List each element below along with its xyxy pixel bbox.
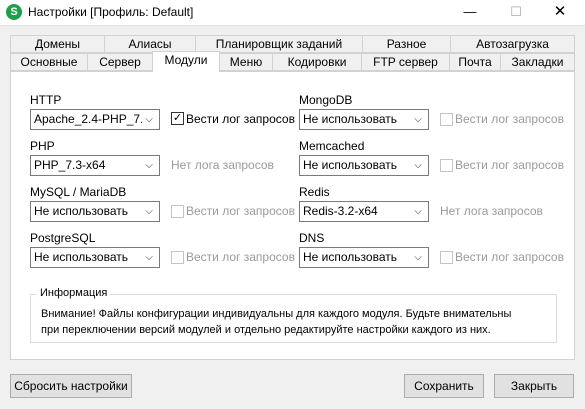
- dns-select-value: Не использовать: [303, 250, 397, 264]
- modules-panel: HTTP Apache_2.4-PHP_7.2- ⌵ ✓ Вести лог з…: [10, 71, 575, 360]
- reset-settings-button[interactable]: Сбросить настройки: [10, 374, 132, 398]
- tab-row-top: Домены Алиасы Планировщик заданий Разное…: [10, 35, 575, 53]
- close-button[interactable]: Закрыть: [494, 374, 574, 398]
- php-log-status: Нет лога запросов: [171, 158, 274, 172]
- tab-misc[interactable]: Разное: [362, 35, 451, 53]
- http-label: HTTP: [30, 93, 62, 107]
- mysql-log-checkbox[interactable]: [171, 205, 184, 218]
- postgresql-select-value: Не использовать: [34, 250, 128, 264]
- minimize-button[interactable]: —: [450, 0, 490, 26]
- http-select-value: Apache_2.4-PHP_7.2-: [34, 112, 142, 126]
- tab-autostart[interactable]: Автозагрузка: [450, 35, 575, 53]
- mongodb-select-value: Не использовать: [303, 112, 397, 126]
- http-log-checkbox[interactable]: ✓: [171, 112, 184, 125]
- tab-mail[interactable]: Почта: [449, 53, 501, 71]
- dns-select[interactable]: Не использовать ⌵: [299, 247, 429, 268]
- memcached-log-label: Вести лог запросов: [455, 158, 564, 172]
- tab-bookmarks[interactable]: Закладки: [500, 53, 575, 71]
- maximize-button[interactable]: ☐: [496, 0, 536, 26]
- dns-log-checkbox[interactable]: [440, 251, 453, 264]
- tab-menu[interactable]: Меню: [219, 53, 273, 71]
- info-line-2: при переключении версий модулей и отдель…: [41, 324, 491, 336]
- postgresql-label: PostgreSQL: [30, 231, 96, 245]
- chevron-down-icon: ⌵: [145, 114, 153, 125]
- title-bar: S Настройки [Профиль: Default] — ☐ ✕: [0, 0, 585, 26]
- mysql-select-value: Не использовать: [34, 204, 128, 218]
- chevron-down-icon: ⌵: [414, 160, 422, 171]
- close-window-button[interactable]: ✕: [540, 0, 580, 26]
- window-title: Настройки [Профиль: Default]: [28, 5, 194, 19]
- memcached-label: Memcached: [299, 139, 365, 153]
- redis-label: Redis: [299, 185, 330, 199]
- app-logo-icon: S: [6, 4, 22, 20]
- mongodb-log-label: Вести лог запросов: [455, 112, 564, 126]
- tab-scheduler[interactable]: Планировщик заданий: [195, 35, 363, 53]
- info-line-1: Внимание! Файлы конфигурации индивидуаль…: [41, 308, 512, 320]
- info-text: Внимание! Файлы конфигурации индивидуаль…: [41, 306, 551, 338]
- tab-modules[interactable]: Модули: [152, 51, 220, 72]
- mongodb-label: MongoDB: [299, 93, 353, 107]
- chevron-down-icon: ⌵: [145, 206, 153, 217]
- http-log-label: Вести лог запросов: [186, 112, 295, 126]
- tab-domains[interactable]: Домены: [10, 35, 105, 53]
- chevron-down-icon: ⌵: [414, 114, 422, 125]
- php-label: PHP: [30, 139, 55, 153]
- php-select-value: PHP_7.3-x64: [34, 158, 106, 172]
- checkmark-icon: ✓: [172, 112, 183, 124]
- chevron-down-icon: ⌵: [414, 206, 422, 217]
- tab-general[interactable]: Основные: [10, 53, 88, 71]
- mysql-select[interactable]: Не использовать ⌵: [30, 201, 160, 222]
- memcached-log-checkbox[interactable]: [440, 159, 453, 172]
- memcached-select[interactable]: Не использовать ⌵: [299, 155, 429, 176]
- redis-select[interactable]: Redis-3.2-x64 ⌵: [299, 201, 429, 222]
- postgresql-select[interactable]: Не использовать ⌵: [30, 247, 160, 268]
- redis-log-status: Нет лога запросов: [440, 204, 543, 218]
- http-select[interactable]: Apache_2.4-PHP_7.2- ⌵: [30, 109, 160, 130]
- dns-label: DNS: [299, 231, 325, 245]
- chevron-down-icon: ⌵: [414, 252, 422, 263]
- chevron-down-icon: ⌵: [145, 160, 153, 171]
- memcached-select-value: Не использовать: [303, 158, 397, 172]
- mysql-label: MySQL / MariaDB: [30, 185, 127, 199]
- mongodb-log-checkbox[interactable]: [440, 113, 453, 126]
- postgresql-log-label: Вести лог запросов: [186, 250, 295, 264]
- php-select[interactable]: PHP_7.3-x64 ⌵: [30, 155, 160, 176]
- tab-encodings[interactable]: Кодировки: [272, 53, 362, 71]
- info-groupbox: Информация Внимание! Файлы конфигурации …: [30, 287, 557, 343]
- redis-select-value: Redis-3.2-x64: [303, 204, 378, 218]
- chevron-down-icon: ⌵: [145, 252, 153, 263]
- tab-row-bottom: Основные Сервер Модули Меню Кодировки FT…: [10, 51, 575, 72]
- dns-log-label: Вести лог запросов: [455, 250, 564, 264]
- tab-server[interactable]: Сервер: [87, 53, 153, 71]
- mysql-log-label: Вести лог запросов: [186, 204, 295, 218]
- save-button[interactable]: Сохранить: [404, 374, 484, 398]
- info-title: Информация: [37, 287, 111, 299]
- tab-ftp-server[interactable]: FTP сервер: [361, 53, 450, 71]
- postgresql-log-checkbox[interactable]: [171, 251, 184, 264]
- mongodb-select[interactable]: Не использовать ⌵: [299, 109, 429, 130]
